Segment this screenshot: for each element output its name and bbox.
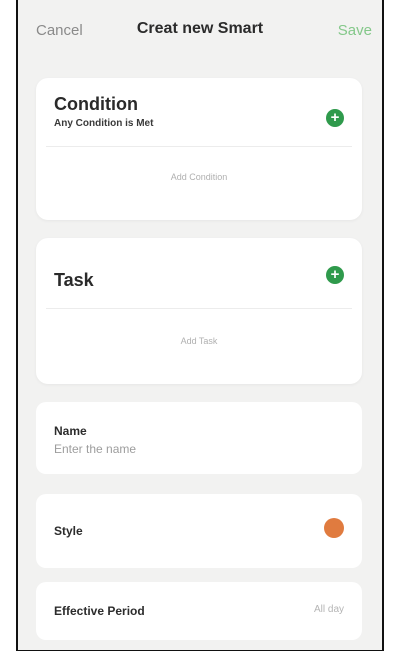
style-color-swatch[interactable] xyxy=(324,518,344,538)
name-input[interactable] xyxy=(54,442,254,456)
style-row[interactable]: Style xyxy=(36,494,362,568)
add-task-icon[interactable]: + xyxy=(326,266,344,284)
condition-match-mode[interactable]: Any Condition is Met xyxy=(54,118,153,129)
style-label: Style xyxy=(54,524,83,538)
name-label: Name xyxy=(54,424,87,438)
phone-screen: Cancel Creat new Smart Save Condition An… xyxy=(16,0,384,651)
add-condition-placeholder[interactable]: Add Condition xyxy=(46,146,352,207)
save-button[interactable]: Save xyxy=(338,22,372,39)
effective-period-row[interactable]: Effective Period All day xyxy=(36,582,362,640)
page-title: Creat new Smart xyxy=(136,20,264,37)
add-condition-icon[interactable]: + xyxy=(326,109,344,127)
task-card: Task + Add Task xyxy=(36,238,362,384)
add-task-placeholder[interactable]: Add Task xyxy=(46,308,352,373)
name-row: Name xyxy=(36,402,362,474)
condition-card: Condition Any Condition is Met + Add Con… xyxy=(36,78,362,220)
effective-period-label: Effective Period xyxy=(54,604,145,618)
effective-period-value[interactable]: All day xyxy=(314,604,344,615)
condition-heading: Condition xyxy=(54,94,138,114)
navigation-bar: Cancel Creat new Smart Save xyxy=(18,0,382,66)
task-heading: Task xyxy=(54,270,94,290)
